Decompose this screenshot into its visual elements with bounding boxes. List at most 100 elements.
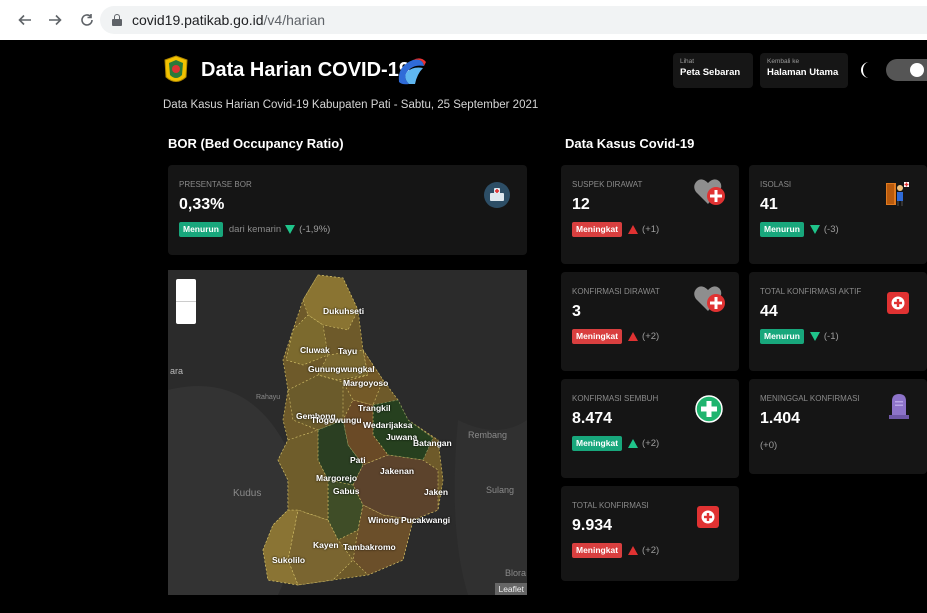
map-label: Jaken: [424, 487, 449, 497]
suspek-trend: Meningkat (+1): [572, 222, 659, 237]
status-badge: Menurun: [760, 222, 804, 237]
meninggal-label: MENINGGAL KONFIRMASI: [760, 394, 860, 403]
halaman-utama-caption: Kembali ke: [767, 58, 800, 65]
change-value: (+2): [642, 545, 660, 556]
change-value: (-1): [823, 331, 839, 342]
map-label: Tayu: [338, 346, 358, 356]
arrow-right-icon: [49, 14, 62, 26]
status-badge: Menurun: [760, 329, 804, 344]
triangle-up-icon: [628, 225, 639, 234]
total-aktif-trend: Menurun (-1): [760, 329, 839, 344]
status-badge: Meningkat: [572, 222, 623, 237]
status-badge: Meningkat: [572, 543, 623, 558]
total-aktif-label: TOTAL KONFIRMASI AKTIF: [760, 287, 862, 296]
map-label: Margoyoso: [343, 378, 389, 388]
map-label: Pati: [350, 455, 366, 465]
map-label: Kudus: [233, 488, 262, 499]
map-label: Tlogowungu: [311, 415, 362, 425]
isolasi-value: 41: [760, 196, 778, 213]
status-badge: Menurun: [179, 222, 223, 237]
page-subtitle: Data Kasus Harian Covid-19 Kabupaten Pat…: [163, 99, 539, 111]
status-badge: Meningkat: [572, 436, 623, 451]
first-aid-kit-icon: [697, 506, 719, 528]
first-aid-kit-icon: [887, 292, 909, 314]
sembuh-card: KONFIRMASI SEMBUH 8.474 Meningkat (+2): [561, 379, 739, 478]
page-title: Data Harian COVID-19: [201, 59, 410, 81]
map-label: Wedarijaksa: [363, 420, 413, 430]
plus-circle-icon: [695, 395, 723, 423]
forward-button[interactable]: [44, 9, 66, 31]
map-label: Batangan: [413, 438, 452, 448]
heart-plus-icon: [694, 179, 725, 205]
total-aktif-value: 44: [760, 303, 778, 320]
leaflet-attribution[interactable]: Leaflet: [495, 583, 527, 595]
map-label: Rembang: [468, 430, 508, 440]
triangle-down-icon: [285, 225, 296, 234]
total-aktif-card: TOTAL KONFIRMASI AKTIF 44 Menurun (-1): [749, 272, 927, 371]
map-label: Sukolilo: [272, 555, 306, 565]
moon-icon: [861, 62, 869, 78]
bor-value: 0,33%: [179, 196, 225, 213]
isolation-room-icon: [886, 182, 909, 206]
map-label: Trangkil: [358, 403, 391, 413]
address-bar[interactable]: covid19.patikab.go.id/v4/harian: [100, 6, 927, 34]
lock-icon: [112, 14, 122, 26]
peta-sebaran-label: Peta Sebaran: [680, 67, 741, 78]
change-value: (-3): [823, 224, 839, 235]
triangle-down-icon: [809, 332, 820, 341]
total-konfirmasi-value: 9.934: [572, 517, 613, 534]
change-value: (-1,9%): [299, 224, 331, 235]
covid-logo-icon: [398, 58, 426, 85]
map-label: Cluwak: [300, 345, 330, 355]
map-label: Sulang: [486, 485, 515, 495]
kasus-section-title: Data Kasus Covid-19: [565, 136, 695, 151]
reload-button[interactable]: [76, 9, 98, 31]
map-label: Blora: [505, 568, 527, 578]
back-button[interactable]: [14, 9, 36, 31]
trend-note: dari kemarin: [228, 224, 282, 235]
bor-label: PRESENTASE BOR: [179, 180, 252, 189]
suspek-label: SUSPEK DIRAWAT: [572, 180, 643, 189]
konfirmasi-dirawat-value: 3: [572, 303, 581, 320]
bor-section-title: BOR (Bed Occupancy Ratio): [168, 136, 344, 151]
url-text: covid19.patikab.go.id/v4/harian: [132, 12, 326, 28]
halaman-utama-button[interactable]: Kembali ke Halaman Utama: [760, 53, 848, 88]
map-zoom-control[interactable]: [176, 279, 196, 324]
triangle-up-icon: [628, 332, 639, 341]
map-label: Pucakwangi: [401, 515, 451, 525]
sembuh-trend: Meningkat (+2): [572, 436, 659, 451]
peta-sebaran-caption: Lihat: [680, 58, 695, 65]
kabupaten-pati-crest-icon: [164, 55, 188, 82]
arrow-left-icon: [18, 14, 31, 26]
total-konfirmasi-card: TOTAL KONFIRMASI 9.934 Meningkat (+2): [561, 486, 739, 581]
halaman-utama-label: Halaman Utama: [767, 67, 839, 78]
map-label: Margorejo: [316, 473, 358, 483]
konfirmasi-dirawat-trend: Meningkat (+2): [572, 329, 659, 344]
map-label: Gunungwungkal: [308, 364, 375, 374]
change-value: (+1): [642, 224, 660, 235]
konfirmasi-dirawat-card: KONFIRMASI DIRAWAT 3 Meningkat (+2): [561, 272, 739, 371]
total-konfirmasi-trend: Meningkat (+2): [572, 543, 659, 558]
bor-card: PRESENTASE BOR 0,33% Menurun dari kemari…: [168, 165, 527, 255]
map-label: Winong: [368, 515, 400, 525]
browser-toolbar: covid19.patikab.go.id/v4/harian: [0, 0, 927, 40]
reload-icon: [81, 14, 93, 26]
change-value: (+2): [642, 331, 660, 342]
change-value: (+0): [760, 440, 778, 451]
bor-trend: Menurun dari kemarin (-1,9%): [179, 222, 330, 237]
total-konfirmasi-label: TOTAL KONFIRMASI: [572, 501, 649, 510]
sembuh-label: KONFIRMASI SEMBUH: [572, 394, 659, 403]
map-label: Jakenan: [380, 466, 415, 476]
triangle-down-icon: [809, 225, 820, 234]
konfirmasi-dirawat-label: KONFIRMASI DIRAWAT: [572, 287, 660, 296]
map-label: Kayen: [313, 540, 339, 550]
dark-mode-toggle[interactable]: [886, 59, 927, 81]
meninggal-card: MENINGGAL KONFIRMASI 1.404 (+0): [749, 379, 927, 474]
sembuh-value: 8.474: [572, 410, 613, 427]
bor-map[interactable]: Dukuhseti Tayu Cluwak Gunungwungkal Marg…: [168, 270, 527, 595]
hospital-bed-icon: [484, 182, 510, 208]
isolasi-label: ISOLASI: [760, 180, 792, 189]
map-label: Rahayu: [256, 394, 281, 401]
peta-sebaran-button[interactable]: Lihat Peta Sebaran: [673, 53, 753, 88]
suspek-card: SUSPEK DIRAWAT 12 Meningkat (+1): [561, 165, 739, 264]
